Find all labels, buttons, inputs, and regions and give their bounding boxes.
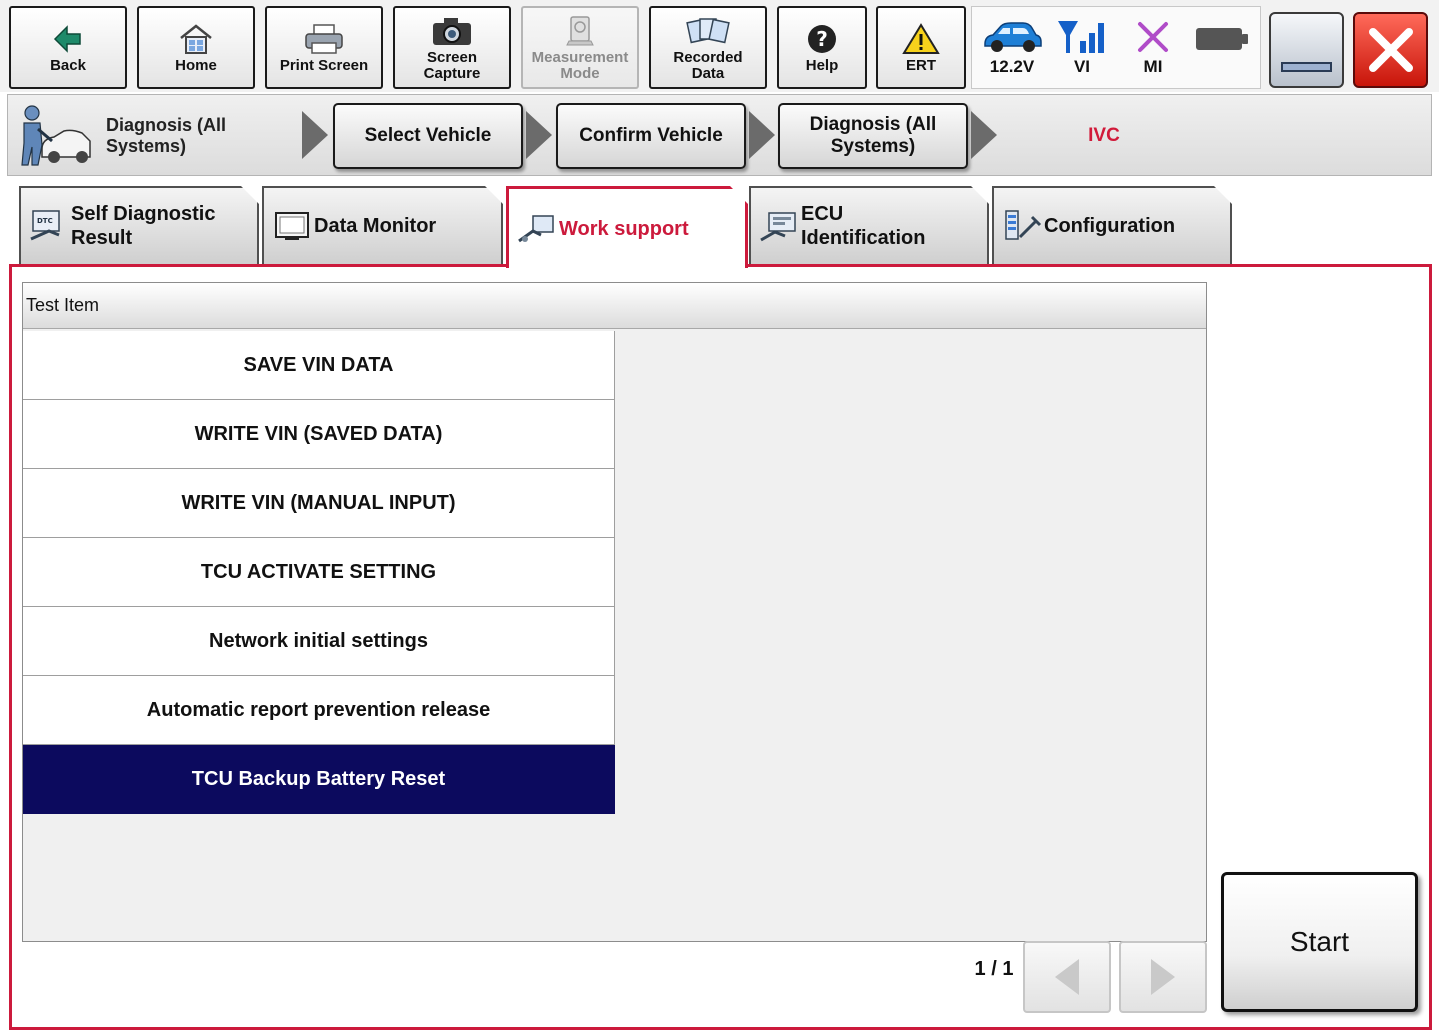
svg-text:DTC: DTC — [37, 217, 53, 225]
help-button[interactable]: ? Help — [777, 6, 867, 89]
next-page-button[interactable] — [1119, 941, 1207, 1013]
printer-icon — [302, 22, 346, 56]
battery-icon — [1187, 19, 1257, 59]
help-icon: ? — [806, 22, 838, 56]
measurement-icon — [563, 14, 597, 48]
configuration-icon — [1000, 209, 1044, 243]
breadcrumb-current-ivc: IVC — [1088, 125, 1120, 146]
screen-capture-button[interactable]: Screen Capture — [393, 6, 511, 89]
camera-icon — [430, 14, 474, 48]
list-item-write-vin-manual-input[interactable]: WRITE VIN (MANUAL INPUT) — [23, 469, 615, 538]
breadcrumb-arrow-icon — [749, 111, 775, 159]
back-arrow-icon — [53, 22, 83, 56]
close-icon — [1369, 28, 1413, 72]
disconnected-x-icon — [1118, 17, 1188, 57]
list-item-tcu-backup-battery-reset[interactable]: TCU Backup Battery Reset — [23, 745, 615, 814]
breadcrumb-arrow-icon — [302, 111, 328, 159]
status-panel: 12.2V VI MI — [971, 6, 1261, 89]
list-item-automatic-report-prevention-release[interactable]: Automatic report prevention release — [23, 676, 615, 745]
list-item-network-initial-settings[interactable]: Network initial settings — [23, 607, 615, 676]
tab-work-support[interactable]: Work support — [506, 186, 748, 268]
tab-configuration[interactable]: Configuration — [992, 186, 1232, 264]
test-item-list: Test Item SAVE VIN DATA WRITE VIN (SAVED… — [22, 282, 1207, 942]
list-item-tcu-activate-setting[interactable]: TCU ACTIVATE SETTING — [23, 538, 615, 607]
mi-status: MI — [1118, 17, 1188, 77]
print-screen-button[interactable]: Print Screen — [265, 6, 383, 89]
close-button[interactable] — [1353, 12, 1428, 88]
svg-text:?: ? — [816, 27, 828, 51]
top-toolbar: Back Home Print Screen Screen Capture Me… — [0, 0, 1439, 92]
tab-self-diagnostic-result[interactable]: DTC Self Diagnostic Result — [19, 186, 259, 264]
chevron-right-icon — [1151, 959, 1175, 995]
breadcrumb-root: Diagnosis (All Systems) — [106, 115, 227, 156]
list-item-save-vin-data[interactable]: SAVE VIN DATA — [23, 331, 615, 400]
warning-icon — [902, 22, 940, 56]
home-button[interactable]: Home — [137, 6, 255, 89]
car-icon — [977, 17, 1047, 57]
ecu-icon — [757, 210, 801, 242]
test-item-rows: SAVE VIN DATA WRITE VIN (SAVED DATA) WRI… — [23, 331, 615, 814]
recorded-data-button[interactable]: Recorded Data — [649, 6, 767, 89]
select-vehicle-button[interactable]: Select Vehicle — [333, 103, 523, 169]
minimize-icon — [1281, 62, 1332, 72]
previous-page-button[interactable] — [1023, 941, 1111, 1013]
breadcrumb: Diagnosis (All Systems) Select Vehicle C… — [7, 94, 1432, 176]
monitor-icon — [270, 210, 314, 242]
recorded-data-icon — [685, 14, 731, 48]
breadcrumb-arrow-icon — [971, 111, 997, 159]
dtc-icon: DTC — [27, 209, 71, 243]
vi-status: VI — [1047, 17, 1117, 77]
technician-car-icon — [12, 101, 92, 176]
diagnosis-all-systems-button[interactable]: Diagnosis (All Systems) — [778, 103, 968, 169]
back-button[interactable]: Back — [9, 6, 127, 89]
tab-data-monitor[interactable]: Data Monitor — [262, 186, 503, 264]
signal-icon — [1047, 17, 1117, 57]
minimize-button[interactable] — [1269, 12, 1344, 88]
work-support-icon — [515, 213, 559, 245]
battery-voltage-status: 12.2V — [977, 17, 1047, 77]
list-item-write-vin-saved-data[interactable]: WRITE VIN (SAVED DATA) — [23, 400, 615, 469]
list-header-test-item: Test Item — [23, 283, 1206, 329]
start-button[interactable]: Start — [1221, 872, 1418, 1012]
tab-ecu-identification[interactable]: ECU Identification — [749, 186, 989, 264]
ert-button[interactable]: ERT — [876, 6, 966, 89]
confirm-vehicle-button[interactable]: Confirm Vehicle — [556, 103, 746, 169]
home-icon — [178, 22, 214, 56]
page-indicator: 1 / 1 — [974, 958, 1014, 980]
battery-status — [1187, 19, 1257, 59]
measurement-mode-button[interactable]: Measurement Mode — [521, 6, 639, 89]
chevron-left-icon — [1055, 959, 1079, 995]
breadcrumb-arrow-icon — [526, 111, 552, 159]
